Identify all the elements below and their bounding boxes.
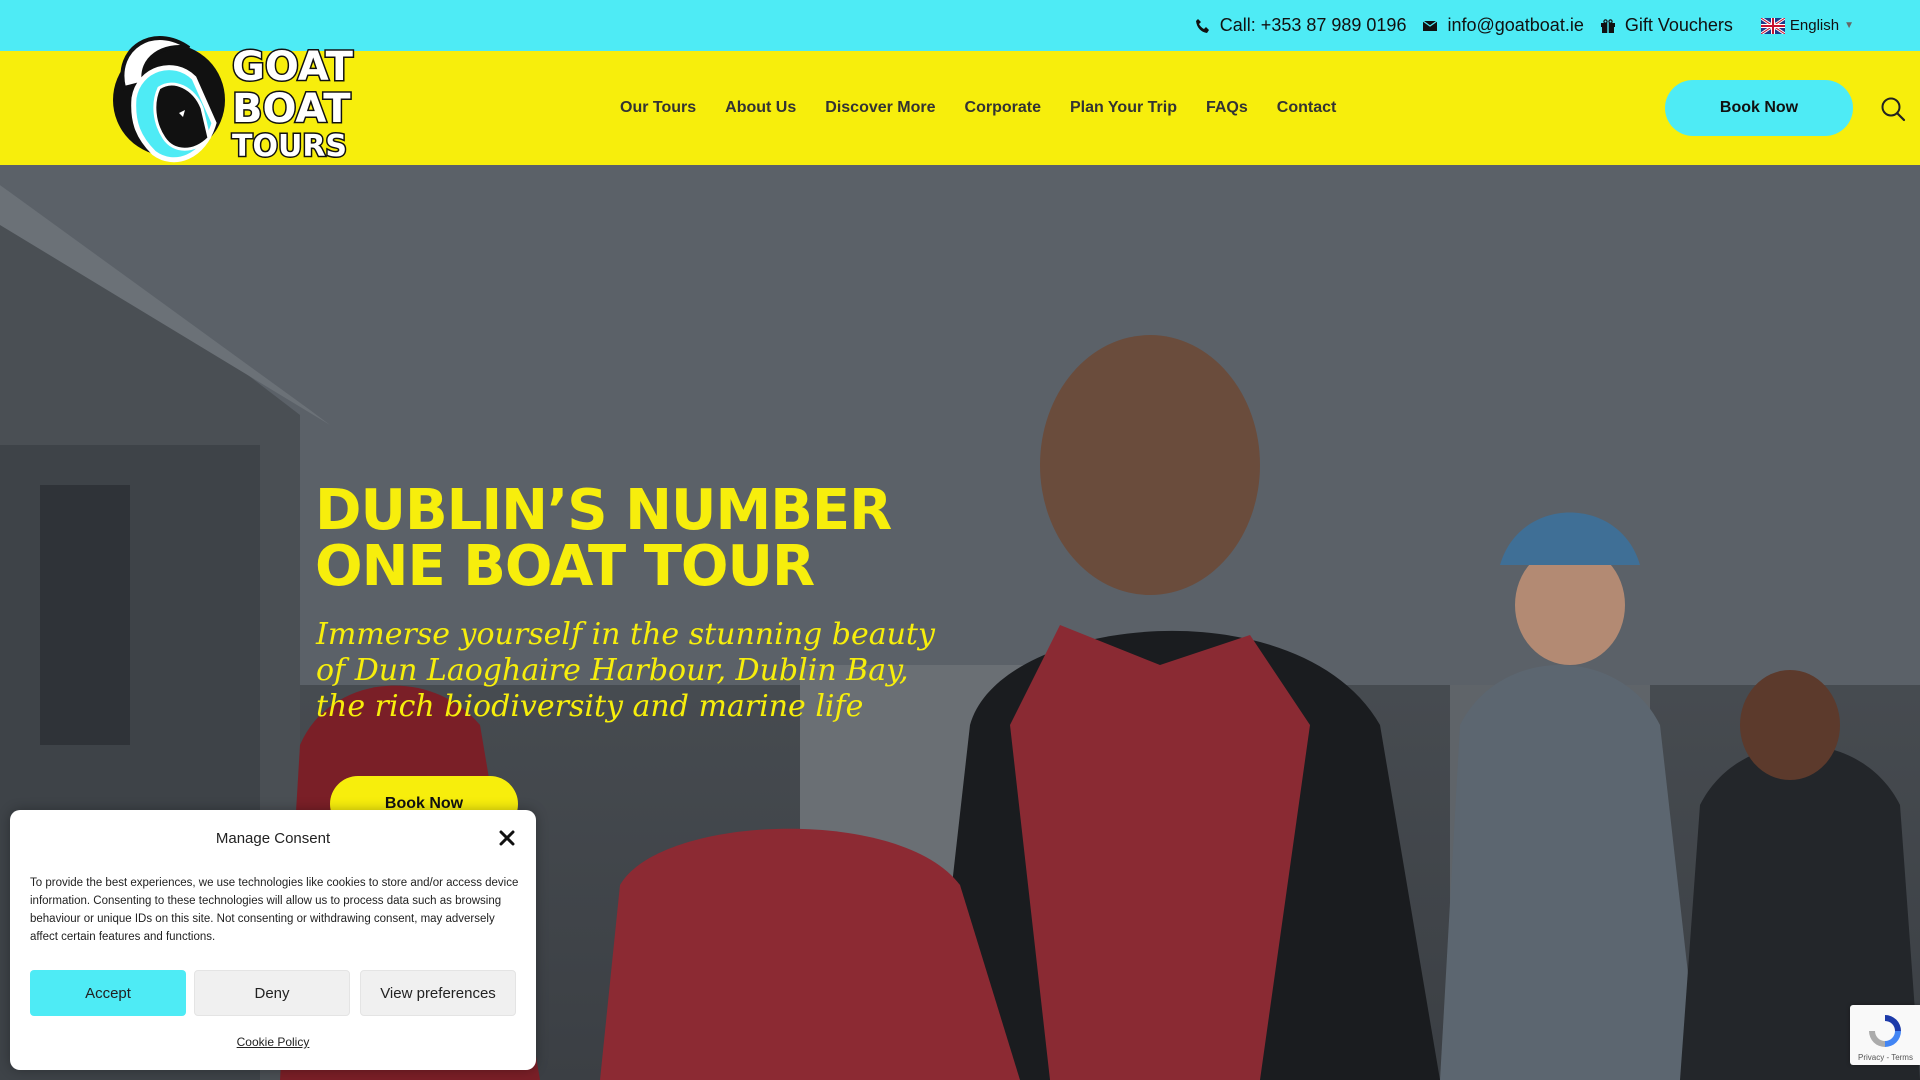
- accept-button[interactable]: Accept: [30, 970, 186, 1016]
- gift-icon: [1600, 18, 1615, 33]
- email-link[interactable]: info@goatboat.ie: [1422, 15, 1584, 36]
- recaptcha-badge[interactable]: Privacy - Terms: [1850, 1005, 1920, 1065]
- close-icon[interactable]: [497, 828, 517, 848]
- recaptcha-icon: [1869, 1015, 1901, 1047]
- caret-down-icon: ▼: [1844, 20, 1854, 31]
- logo-line-boat: BOAT: [232, 86, 351, 132]
- nav-corporate[interactable]: Corporate: [965, 99, 1041, 117]
- logo-line-goat: GOAT: [232, 44, 354, 90]
- language-selector[interactable]: English ▼: [1760, 17, 1854, 34]
- phone-link[interactable]: Call: +353 87 989 0196: [1195, 15, 1407, 36]
- phone-icon: [1195, 18, 1209, 33]
- nav-discover-more[interactable]: Discover More: [825, 99, 935, 117]
- consent-text: To provide the best experiences, we use …: [30, 877, 519, 943]
- deny-button[interactable]: Deny: [194, 970, 350, 1016]
- language-label: English: [1789, 17, 1840, 34]
- gift-vouchers-text: Gift Vouchers: [1624, 15, 1733, 35]
- nav-plan-your-trip[interactable]: Plan Your Trip: [1070, 99, 1177, 117]
- site-logo[interactable]: GOAT BOAT TOURS: [94, 28, 384, 208]
- nav-faqs[interactable]: FAQs: [1206, 99, 1248, 117]
- header-book-now-button[interactable]: Book Now: [1665, 80, 1853, 136]
- hero-headline: DUBLIN’S NUMBER ONE BOAT TOUR: [315, 478, 892, 599]
- uk-flag-icon: [1760, 17, 1785, 34]
- nav-contact[interactable]: Contact: [1277, 99, 1337, 117]
- recaptcha-links[interactable]: Privacy - Terms: [1858, 1053, 1913, 1062]
- gift-vouchers-link[interactable]: Gift Vouchers: [1600, 15, 1733, 36]
- cookie-consent-dialog: Manage Consent To provide the best exper…: [10, 810, 536, 1070]
- logo-line-tours: TOURS: [232, 129, 347, 164]
- view-preferences-button[interactable]: View preferences: [360, 970, 516, 1016]
- nav-about-us[interactable]: About Us: [725, 99, 796, 117]
- nav-our-tours[interactable]: Our Tours: [620, 99, 696, 117]
- email-text: info@goatboat.ie: [1447, 15, 1584, 35]
- hero-subheadline: Immerse yourself in the stunning beauty …: [316, 617, 935, 724]
- search-icon[interactable]: [1880, 96, 1906, 122]
- consent-title: Manage Consent: [215, 830, 331, 847]
- phone-text: Call: +353 87 989 0196: [1219, 15, 1407, 35]
- main-nav: Our Tours About Us Discover More Corpora…: [620, 51, 1336, 165]
- cookie-policy-link[interactable]: Cookie Policy: [10, 1035, 536, 1049]
- envelope-icon: [1423, 20, 1438, 31]
